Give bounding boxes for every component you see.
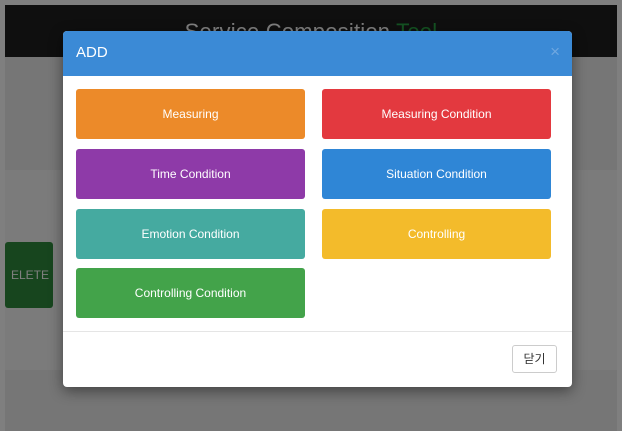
modal-header: ADD × [63, 31, 572, 76]
modal-footer-divider [63, 331, 572, 332]
situation-condition-button[interactable]: Situation Condition [322, 149, 551, 199]
measuring-button[interactable]: Measuring [76, 89, 305, 139]
measuring-condition-button[interactable]: Measuring Condition [322, 89, 551, 139]
add-modal: ADD × Measuring Measuring Condition Time… [63, 31, 572, 387]
time-condition-button[interactable]: Time Condition [76, 149, 305, 199]
emotion-condition-button[interactable]: Emotion Condition [76, 209, 305, 259]
modal-title: ADD [76, 44, 108, 61]
controlling-condition-button[interactable]: Controlling Condition [76, 268, 305, 318]
controlling-button[interactable]: Controlling [322, 209, 551, 259]
screen: Service Composition Tool ELETE ADD × Mea… [0, 0, 622, 431]
modal-body: Measuring Measuring Condition Time Condi… [63, 76, 572, 331]
close-icon[interactable]: × [550, 43, 560, 60]
close-button[interactable]: 닫기 [512, 345, 557, 373]
